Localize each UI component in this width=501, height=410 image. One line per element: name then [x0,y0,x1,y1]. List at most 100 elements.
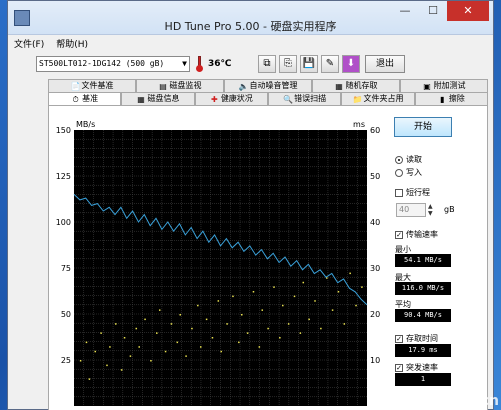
checkmark-icon: ✓ [395,363,403,372]
tab-folder-usage[interactable]: 📁 文件夹占用 [341,92,415,105]
tab-erase[interactable]: ▮ 擦除 [414,92,488,105]
right-axis-label: ms [353,120,365,129]
access-time-point [349,272,351,275]
copy-info-icon[interactable]: ⧉ [258,55,276,73]
options-icon[interactable]: ✎ [321,55,339,73]
speaker-icon: 🔈 [238,81,249,91]
access-time-point [197,304,199,307]
menu-help[interactable]: 帮助(H) [50,37,94,51]
tab-file-benchmark[interactable]: 📄 文件基准 [48,79,136,92]
checkmark-icon: ✓ [395,334,403,343]
disk-info-icon: ▦ [137,94,145,104]
tab-error-scan[interactable]: 🔍 错误扫描 [267,92,342,105]
access-time-point [331,309,334,311]
save-icon[interactable]: 💾 [300,55,318,73]
access-time-point [109,346,111,348]
folder-icon: 📁 [352,94,363,104]
close-button[interactable]: ✕ [447,1,489,21]
access-time-point [314,300,316,302]
access-time-point [199,346,202,348]
access-time-point [120,369,123,371]
spin-arrows-icon[interactable]: ▲ ▼ [428,203,433,217]
health-cross-icon: ✚ [210,94,218,104]
download-icon[interactable]: ⬇ [342,55,360,73]
radio-empty-icon [395,168,403,177]
random-access-icon: ▦ [335,81,343,91]
short-stroke-unit: gB [444,205,455,214]
access-time-point [267,327,269,330]
temperature-value: 36℃ [208,59,232,69]
access-time-point [138,346,140,348]
burst-rate-checkbox[interactable]: ✓ 突发速率 [395,362,438,373]
benchmark-chart-svg: 150 125 100 75 50 25 60 50 40 30 20 10 MB/s ms [56,120,380,406]
access-time-point [211,337,214,339]
title-bar[interactable]: HD Tune Pro 5.00 - 硬盘实用程序 — ☐ ✕ [8,1,493,35]
disk-monitor-icon: ▤ [159,81,167,91]
tab-row-bottom: ⏱ 基准 ▦ 磁盘信息 ✚ 健康状况 🔍 错误扫描 📁 文件夹占用 ▮ 擦除 [48,92,488,105]
access-time-point [232,295,234,298]
benchmark-panel: 150 125 100 75 50 25 60 50 40 30 20 10 MB/s ms 开始 读取 … [48,105,488,410]
access-time-point [176,341,179,344]
access-time-point [129,355,132,357]
access-time-point [164,350,167,353]
tab-aam[interactable]: 🔈 自动噪音管理 [224,79,312,92]
start-button[interactable]: 开始 [394,117,452,137]
benchmark-chart: 150 125 100 75 50 25 60 50 40 30 20 10 MB/s ms [49,106,389,410]
access-time-point [179,314,181,316]
gauge-icon: ⏱ [72,94,79,104]
right-tick-label: 50 [370,172,380,181]
left-tick-label: 100 [56,218,71,227]
app-window: HD Tune Pro 5.00 - 硬盘实用程序 — ☐ ✕ 文件(F) 帮助… [7,0,494,410]
access-time-point [293,295,296,298]
access-time-point [279,337,281,339]
access-time-point [258,346,261,348]
right-tick-label: 10 [370,356,380,365]
magnifier-icon: 🔍 [283,94,294,104]
access-time-point [156,332,158,334]
exit-button[interactable]: 退出 [365,55,405,73]
left-tick-label: 125 [56,172,71,181]
short-stroke-input[interactable]: 40 [396,203,426,217]
menu-file[interactable]: 文件(F) [8,37,50,51]
benchmark-controls: 开始 读取 写入 短行程 40 ▲ ▼ gB ✓ 传输速率 最小 54.1 MB/… [393,106,489,410]
access-time-point [238,341,240,344]
access-time-point [217,300,220,302]
tab-disk-monitor[interactable]: ▤ 磁盘监视 [136,79,224,92]
access-time-point [282,304,284,307]
chevron-down-icon: ▼ [182,59,187,68]
maximize-button[interactable]: ☐ [419,1,447,21]
left-tick-label: 75 [61,264,71,273]
checkmark-icon: ✓ [395,230,403,239]
tab-extra-tests[interactable]: ▣ 附加测试 [400,79,488,92]
checkbox-empty-icon [395,188,403,197]
write-radio[interactable]: 写入 [395,167,422,178]
read-radio[interactable]: 读取 [395,154,422,165]
drive-select[interactable]: ST500LT012-1DG142 (500 gB) ▼ [36,56,190,72]
short-stroke-checkbox[interactable]: 短行程 [395,187,430,198]
extra-tests-icon: ▣ [423,81,431,91]
tab-benchmark[interactable]: ⏱ 基准 [48,92,122,105]
copy-screenshot-icon[interactable]: ⎘ [279,55,297,73]
menu-bar: 文件(F) 帮助(H) [8,37,94,51]
drive-select-value: ST500LT012-1DG142 (500 gB) [39,59,165,68]
right-tick-label: 60 [370,126,380,135]
tab-random-access[interactable]: ▦ 随机存取 [312,79,400,92]
access-time-checkbox[interactable]: ✓ 存取时间 [395,333,438,344]
minimize-button[interactable]: — [391,1,419,21]
access-time-point [100,332,102,334]
access-time-point [220,350,222,353]
tab-health[interactable]: ✚ 健康状况 [194,92,268,105]
right-tick-label: 30 [370,264,380,273]
left-axis-label: MB/s [76,120,95,129]
access-time-point [337,291,340,293]
tab-disk-info[interactable]: ▦ 磁盘信息 [121,92,195,105]
access-time-point [88,378,91,380]
access-time-point [302,281,305,284]
access-time-point [287,323,290,325]
access-time-point [158,309,161,311]
transfer-rate-checkbox[interactable]: ✓ 传输速率 [395,229,438,240]
right-tick-label: 40 [370,218,380,227]
access-time-point [85,341,88,344]
access-time-point [261,309,264,311]
thermometer-icon [195,56,203,72]
